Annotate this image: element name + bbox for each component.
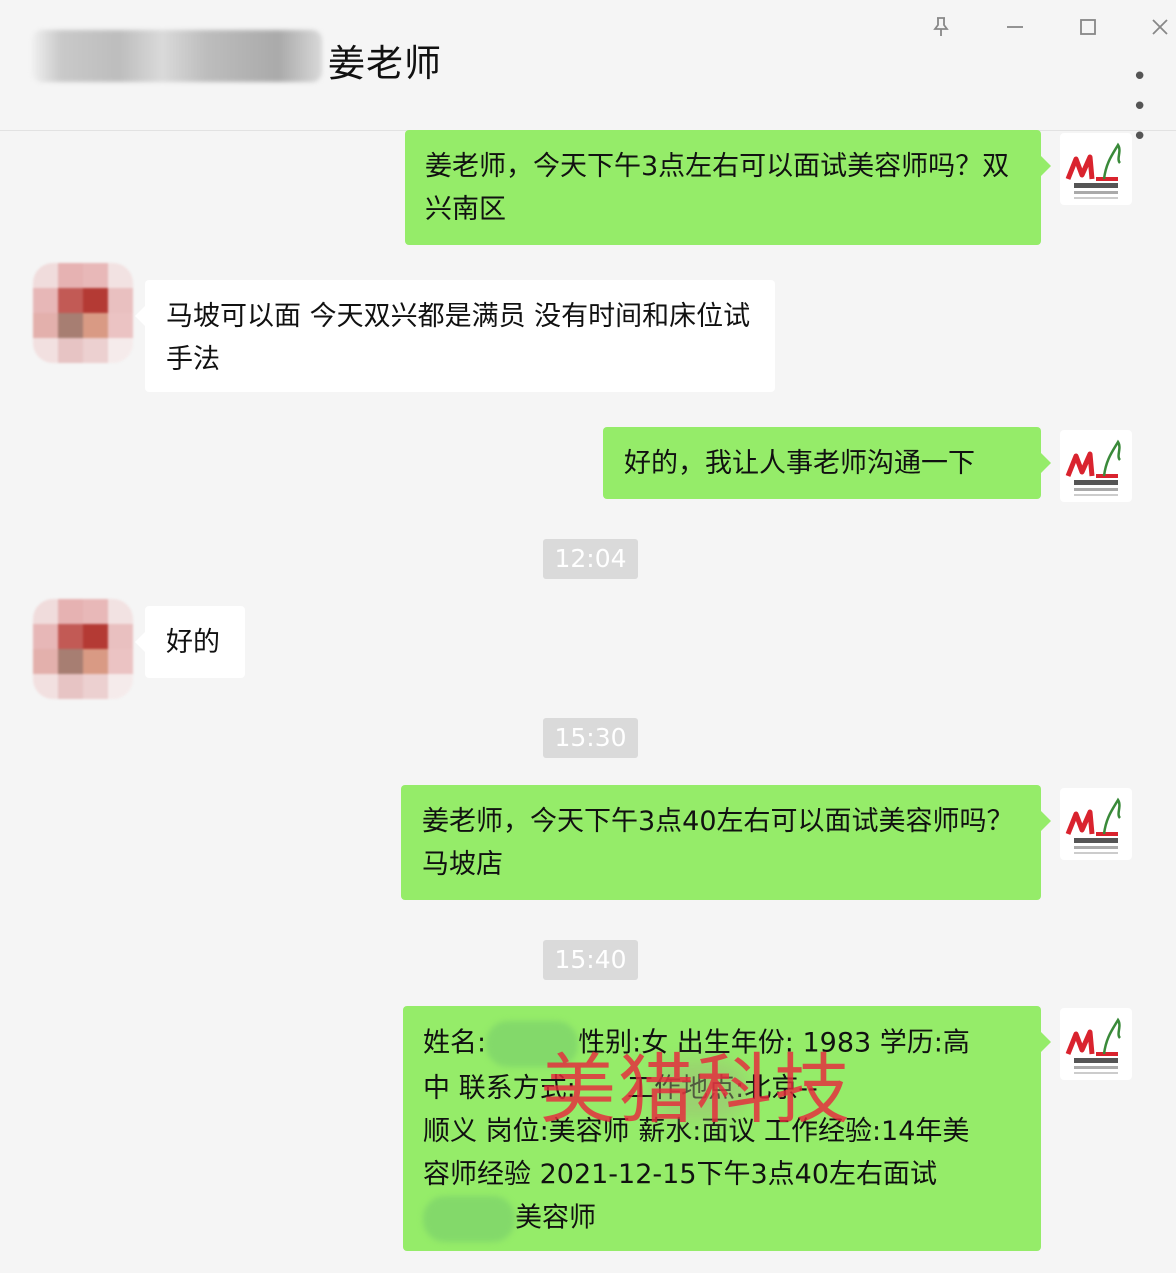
chat-title: 姜老师 [328,42,442,85]
chat-window: 姜老师 • • • 姜老师，今天下午3点左右可以面试美容师吗？双兴南区 马坡可以… [0,0,1176,1273]
my-avatar[interactable] [1060,1008,1132,1080]
watermark-text: 美猎科技 [540,1045,852,1134]
title-blurred-prefix [32,30,322,82]
close-icon[interactable] [1143,10,1176,44]
timestamp: 15:30 [543,718,638,758]
timestamp: 15:40 [543,940,638,980]
message-bubble-sent[interactable]: 姜老师，今天下午3点左右可以面试美容师吗？双兴南区 [405,130,1051,245]
message-line: 美容师 [423,1196,1025,1242]
contact-avatar[interactable] [33,599,133,699]
title-bar: 姜老师 • • • [0,0,1176,152]
message-bubble-sent[interactable]: 姜老师，今天下午3点40左右可以面试美容师吗？马坡店 [401,785,1051,900]
message-text: 姜老师，今天下午3点左右可以面试美容师吗？双兴南区 [425,151,1010,225]
message-bubble-received[interactable]: 好的 [135,606,245,678]
my-avatar[interactable] [1060,788,1132,860]
message-bubble-received[interactable]: 马坡可以面 今天双兴都是满员 没有时间和床位试手法 [135,280,775,392]
message-text: 姜老师，今天下午3点40左右可以面试美容师吗？马坡店 [422,806,1014,880]
my-avatar[interactable] [1060,133,1132,205]
my-avatar[interactable] [1060,430,1132,502]
redacted-text [423,1196,515,1242]
more-options-icon[interactable]: • • • [1132,62,1176,152]
timestamp: 12:04 [543,539,638,579]
pin-icon[interactable] [924,10,958,44]
contact-avatar[interactable] [33,263,133,363]
message-text: 好的，我让人事老师沟通一下 [624,448,975,479]
message-text: 马坡可以面 今天双兴都是满员 没有时间和床位试手法 [166,301,751,375]
minimize-icon[interactable] [998,10,1032,44]
message-line: 容师经验 2021-12-15下午3点40左右面试 [423,1159,938,1190]
message-text: 好的 [166,627,220,658]
maximize-icon[interactable] [1071,10,1105,44]
message-bubble-sent[interactable]: 好的，我让人事老师沟通一下 [603,427,1051,499]
